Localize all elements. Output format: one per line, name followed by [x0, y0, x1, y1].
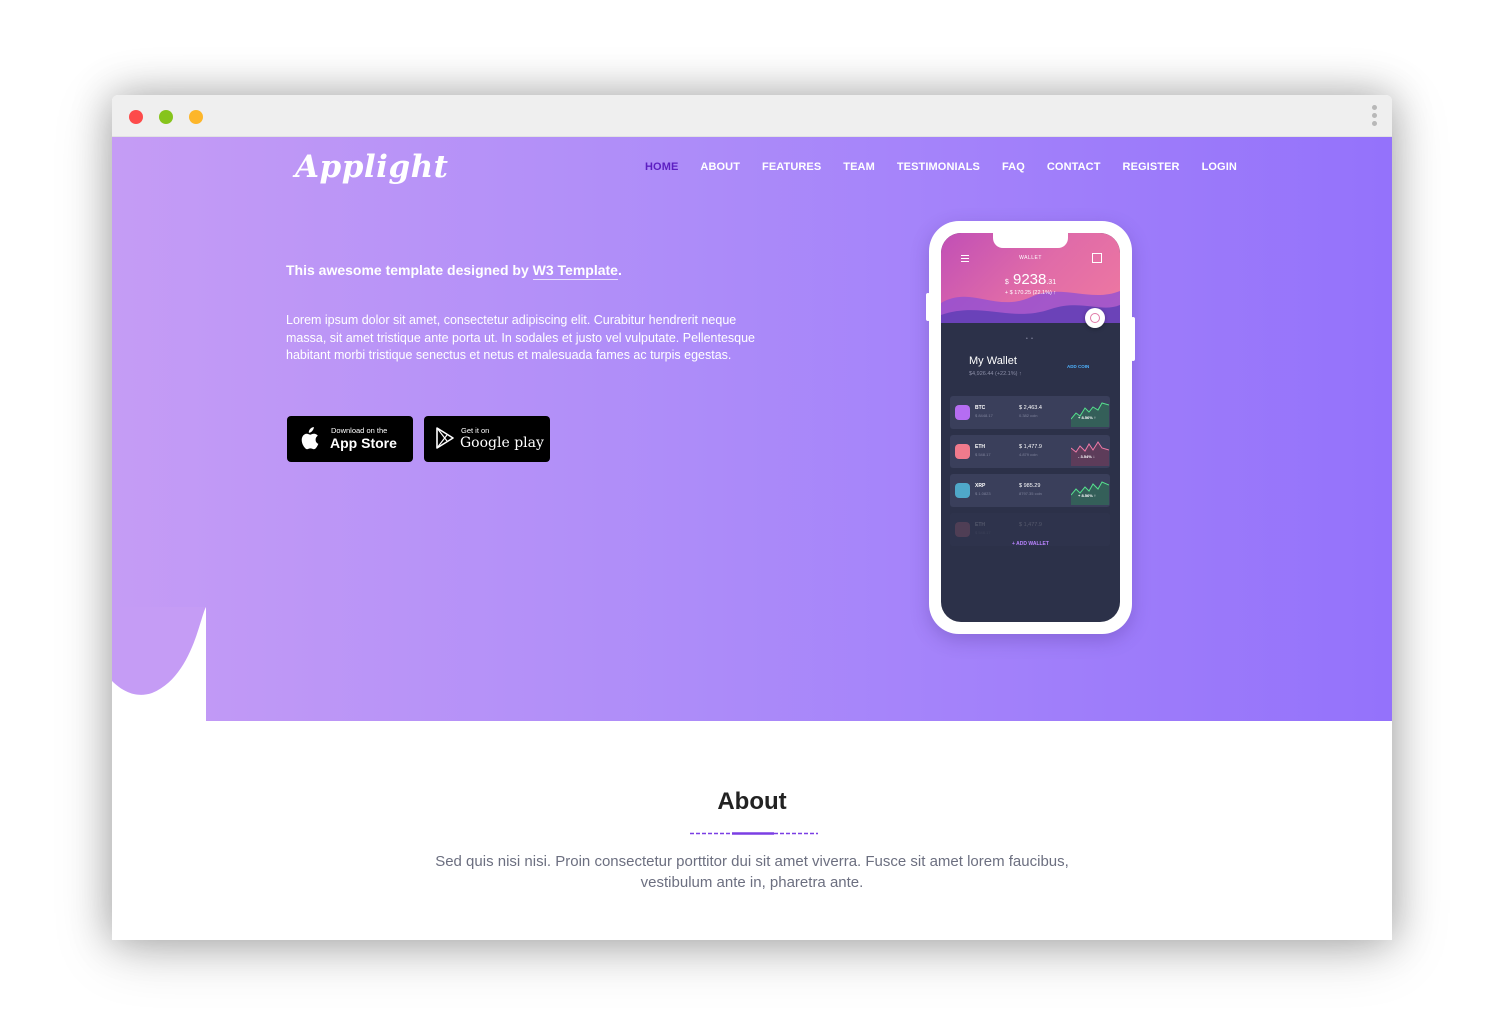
add-wallet-button[interactable]: + ADD WALLET: [941, 541, 1120, 547]
phone-side-button: [1131, 317, 1135, 361]
add-coin-button[interactable]: ADD COIN: [1067, 364, 1089, 369]
wallet-currency: $: [1004, 279, 1009, 286]
app-store-big-label: App Store: [330, 435, 397, 451]
ripple-icon: [955, 483, 970, 498]
ethereum-icon: [955, 444, 970, 459]
browser-menu-icon[interactable]: [1370, 105, 1378, 129]
browser-window: Applight HOME ABOUT FEATURES TEAM TESTIM…: [112, 95, 1392, 940]
app-store-small-label: Download on the: [331, 426, 388, 435]
hero-lead: This awesome template designed by W3 Tem…: [286, 262, 622, 280]
close-window-button[interactable]: [129, 110, 143, 124]
nav-contact[interactable]: CONTACT: [1047, 161, 1101, 173]
coin-symbol: ETH: [975, 444, 985, 450]
coin-change: + 8.56% ↑: [1078, 493, 1096, 498]
hero-lead-suffix: .: [617, 262, 622, 278]
coin-row[interactable]: BTC $ 8448.17 $ 2,463.4 0.382 coin + 8.5…: [950, 396, 1110, 429]
nav-login[interactable]: LOGIN: [1202, 161, 1237, 173]
google-play-icon: [436, 427, 454, 449]
coin-amount: 4.879 coin: [1019, 452, 1038, 457]
coin-value: $ 2,463.4: [1019, 405, 1042, 411]
nav-testimonials[interactable]: TESTIMONIALS: [897, 161, 980, 173]
phone-mockup: WALLET $ 9238.31 + $ 170.25 (22.1%) ↑ • …: [926, 221, 1135, 634]
hero-section: Applight HOME ABOUT FEATURES TEAM TESTIM…: [112, 137, 1392, 721]
coin-row[interactable]: ETH $ 548.17 $ 1,477.9 4.879 coin - 3.54…: [950, 435, 1110, 468]
coin-row[interactable]: XRP $ 1.0823 $ 985.29 8797.35 coin + 8.5…: [950, 474, 1110, 507]
ethereum-icon: [955, 522, 970, 537]
apple-icon: [301, 427, 319, 450]
nav-about[interactable]: ABOUT: [700, 161, 740, 173]
coin-price: $ 8448.17: [975, 413, 993, 418]
qr-code-icon[interactable]: [1092, 253, 1102, 263]
coin-symbol: ETH: [975, 522, 985, 528]
main-nav: HOME ABOUT FEATURES TEAM TESTIMONIALS FA…: [645, 161, 1259, 173]
google-play-big-label: Google play: [460, 435, 544, 451]
coin-sparkline: [1071, 441, 1109, 466]
coin-sparkline: [1071, 402, 1109, 427]
about-description: Sed quis nisi nisi. Proin consectetur po…: [435, 853, 1069, 891]
app-store-button[interactable]: Download on the App Store: [287, 416, 413, 462]
coin-value: $ 985.29: [1019, 483, 1041, 489]
hero-decorative-shape: [112, 607, 206, 721]
browser-titlebar: [112, 95, 1392, 137]
carousel-pager: • •: [1026, 336, 1034, 342]
nav-team[interactable]: TEAM: [843, 161, 875, 173]
nav-register[interactable]: REGISTER: [1123, 161, 1180, 173]
brand-logo[interactable]: Applight: [295, 149, 449, 185]
nav-faq[interactable]: FAQ: [1002, 161, 1025, 173]
coin-symbol: BTC: [975, 405, 986, 411]
phone-notch: [993, 233, 1068, 248]
coin-price: $ 1.0823: [975, 491, 991, 496]
refresh-icon[interactable]: [1085, 308, 1105, 328]
coin-change: + 8.56% ↑: [1078, 415, 1096, 420]
coin-price: $ 548.17: [975, 452, 991, 457]
phone-screen: WALLET $ 9238.31 + $ 170.25 (22.1%) ↑ • …: [941, 233, 1120, 622]
nav-features[interactable]: FEATURES: [762, 161, 821, 173]
screenshot-stage: Applight HOME ABOUT FEATURES TEAM TESTIM…: [0, 0, 1504, 1018]
my-wallet-subtotal: $4,926.44 (+22.1%) ↑: [969, 371, 1022, 377]
w3-template-link[interactable]: W3 Template: [532, 262, 618, 280]
hero-lead-prefix: This awesome template designed by: [286, 262, 533, 278]
coin-symbol: XRP: [975, 483, 986, 489]
coin-price: $ 548.17: [975, 530, 991, 535]
my-wallet-title: My Wallet: [969, 355, 1017, 367]
wallet-balance: $ 9238.31: [941, 271, 1120, 288]
minimize-window-button[interactable]: [189, 110, 203, 124]
coin-amount: 0.382 coin: [1019, 413, 1038, 418]
google-play-button[interactable]: Get it on Google play: [424, 416, 550, 462]
about-divider: [690, 832, 818, 835]
nav-home[interactable]: HOME: [645, 161, 678, 173]
wallet-change: + $ 170.25 (22.1%) ↑: [1004, 290, 1057, 296]
wallet-cents: .31: [1046, 279, 1057, 286]
wallet-amount: 9238: [1012, 271, 1047, 288]
bitcoin-icon: [955, 405, 970, 420]
maximize-window-button[interactable]: [159, 110, 173, 124]
about-heading: About: [717, 788, 787, 815]
hero-description: Lorem ipsum dolor sit amet, consectetur …: [286, 313, 756, 363]
coin-change: - 3.54% ↓: [1078, 454, 1095, 459]
coin-value: $ 1,477.9: [1019, 444, 1042, 450]
phone-side-button: [926, 293, 930, 321]
coin-sparkline: [1071, 481, 1109, 505]
coin-value: $ 1,477.9: [1019, 522, 1042, 528]
coin-amount: 8797.35 coin: [1019, 491, 1042, 496]
google-play-small-label: Get it on: [461, 426, 490, 435]
